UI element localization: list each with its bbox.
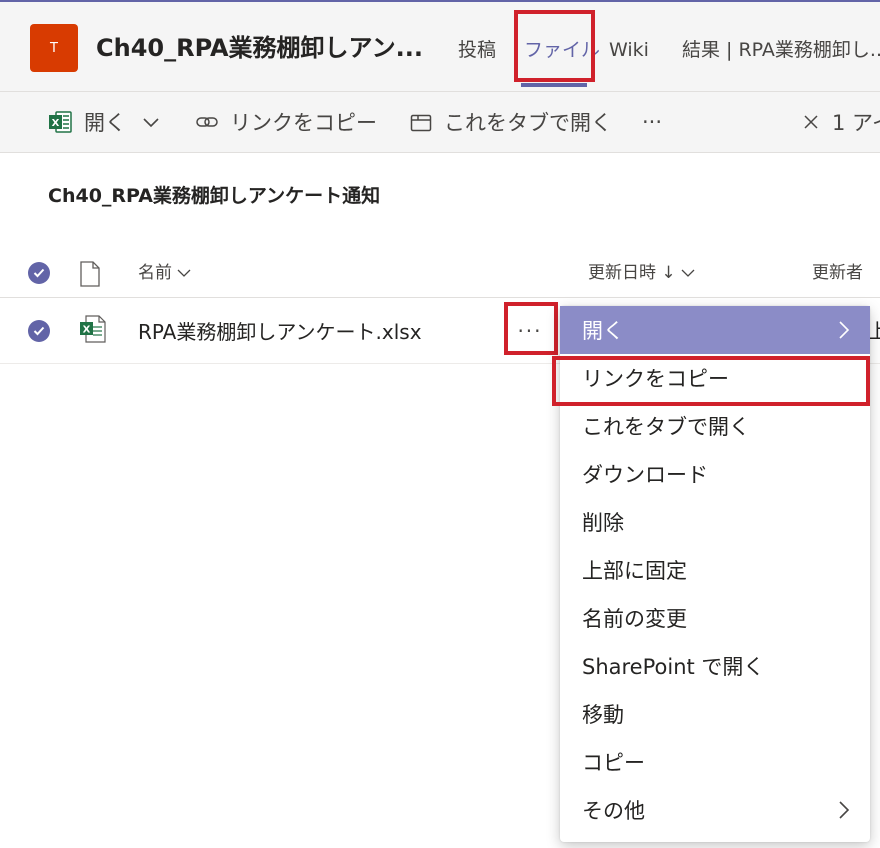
chevron-down-icon[interactable]	[142, 110, 160, 134]
menu-item-pin-to-top[interactable]: 上部に固定	[560, 546, 870, 594]
chevron-down-icon	[681, 263, 695, 283]
menu-item-open[interactable]: 開く	[560, 306, 870, 354]
chevron-right-icon	[836, 318, 852, 342]
row-checkbox[interactable]	[28, 320, 50, 342]
svg-text:X: X	[52, 118, 60, 129]
excel-icon: X	[79, 315, 107, 347]
link-icon	[196, 114, 218, 130]
column-modified-by[interactable]: 更新者	[812, 260, 880, 286]
open-button[interactable]: X 開く	[48, 92, 160, 152]
open-in-tab-button[interactable]: これをタブで開く	[410, 92, 612, 152]
tab-icon	[410, 112, 432, 132]
list-header: 名前 更新日時 ↓ 更新者	[0, 248, 880, 298]
menu-item-download[interactable]: ダウンロード	[560, 450, 870, 498]
select-all-checkbox[interactable]	[28, 262, 50, 284]
file-name[interactable]: RPA業務棚卸しアンケート.xlsx	[138, 318, 422, 346]
menu-item-rename[interactable]: 名前の変更	[560, 594, 870, 642]
toolbar-more-button[interactable]: ···	[642, 92, 662, 152]
menu-item-copy[interactable]: コピー	[560, 738, 870, 786]
tab-results[interactable]: 結果 | RPA業務棚卸し...	[682, 32, 880, 68]
column-name[interactable]: 名前	[138, 260, 191, 286]
open-in-tab-label: これをタブで開く	[444, 111, 612, 135]
selection-status[interactable]: 1 アイ	[802, 92, 880, 152]
excel-icon: X	[48, 110, 72, 134]
close-icon[interactable]	[802, 113, 820, 131]
open-label: 開く	[84, 111, 126, 135]
column-name-label: 名前	[138, 263, 172, 283]
check-icon	[33, 326, 45, 336]
tab-posts[interactable]: 投稿	[458, 32, 496, 68]
menu-item-open-label: 開く	[582, 319, 624, 343]
column-modified[interactable]: 更新日時 ↓	[588, 260, 695, 286]
team-avatar-letter: T	[50, 40, 58, 56]
copy-link-label: リンクをコピー	[230, 111, 377, 135]
tab-files[interactable]: ファイル	[524, 32, 600, 68]
channel-title: Ch40_RPA業務棚卸しアン...	[96, 34, 423, 62]
svg-text:X: X	[83, 325, 91, 336]
team-avatar[interactable]: T	[30, 24, 78, 72]
command-toolbar: X 開く リンクをコピー これをタブで開く ··· 1 ア	[0, 92, 880, 153]
check-icon	[33, 268, 45, 278]
row-more-button[interactable]: ···	[510, 313, 550, 349]
menu-item-more[interactable]: その他	[560, 786, 870, 834]
active-tab-indicator	[521, 83, 587, 87]
menu-item-move[interactable]: 移動	[560, 690, 870, 738]
chevron-down-icon	[177, 263, 191, 283]
file-icon	[79, 261, 101, 291]
chevron-right-icon	[836, 798, 852, 822]
tab-wiki[interactable]: Wiki	[609, 32, 649, 68]
menu-item-open-in-sharepoint[interactable]: SharePoint で開く	[560, 642, 870, 690]
channel-header: T Ch40_RPA業務棚卸しアン... 投稿 ファイル Wiki 結果 | R…	[0, 2, 880, 92]
column-modified-label: 更新日時 ↓	[588, 263, 676, 283]
copy-link-button[interactable]: リンクをコピー	[196, 92, 377, 152]
menu-item-more-label: その他	[582, 799, 645, 823]
menu-item-open-in-tab[interactable]: これをタブで開く	[560, 402, 870, 450]
menu-item-delete[interactable]: 削除	[560, 498, 870, 546]
context-menu: 開く リンクをコピー これをタブで開く ダウンロード 削除 上部に固定 名前の変…	[560, 306, 870, 842]
selection-count: 1 アイ	[832, 111, 880, 135]
folder-title: Ch40_RPA業務棚卸しアンケート通知	[48, 185, 381, 207]
column-modified-by-label: 更新者	[812, 263, 863, 283]
menu-item-copy-link[interactable]: リンクをコピー	[560, 354, 870, 402]
